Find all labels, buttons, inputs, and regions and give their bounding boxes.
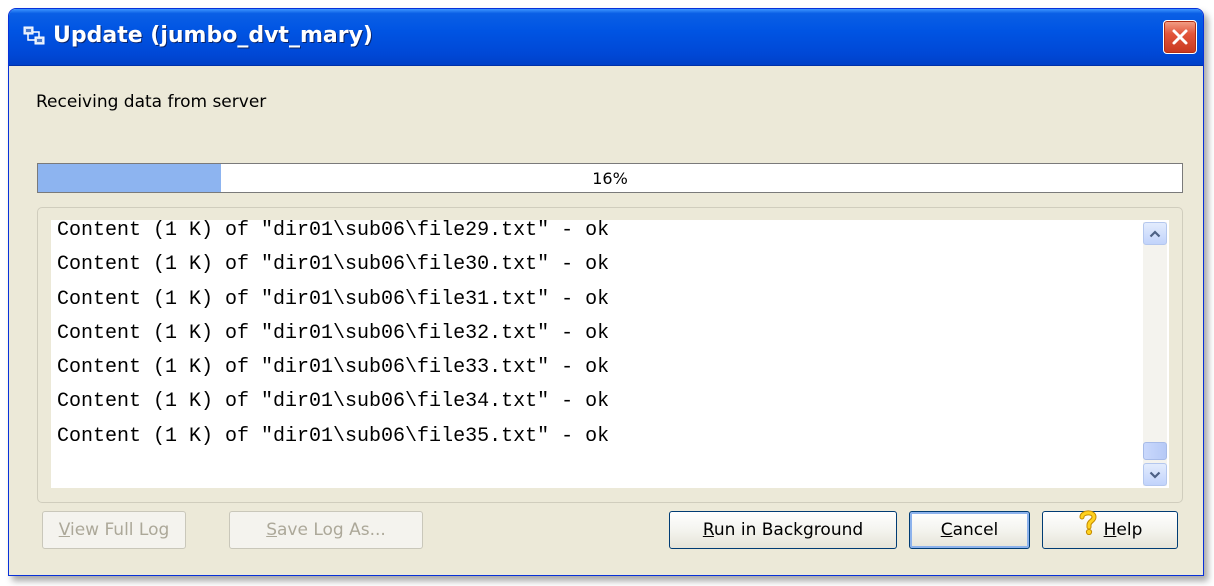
log-line: Content (1 K) of "dir01\sub06\file32.txt… [57,321,610,345]
log-output[interactable]: Content (1 K) of "dir01\sub06\file29.txt… [51,220,1169,488]
title-bar[interactable]: Update (jumbo_dvt_mary) [9,9,1203,66]
log-line: Content (1 K) of "dir01\sub06\file29.txt… [57,220,610,242]
save-log-as-button[interactable]: Save Log As... [229,511,423,549]
view-full-log-label: iew Full Log [69,520,170,540]
log-line: Content (1 K) of "dir01\sub06\file31.txt… [57,287,610,311]
log-line: Content (1 K) of "dir01\sub06\file35.txt… [57,424,610,448]
chevron-up-icon [1149,230,1161,238]
log-line: Content (1 K) of "dir01\sub06\file30.txt… [57,253,610,277]
help-mnemonic: H [1103,520,1117,540]
close-button[interactable] [1163,20,1197,54]
network-update-icon [23,25,45,47]
view-full-log-button[interactable]: View Full Log [42,511,186,549]
progress-bar: 16% [37,163,1183,193]
save-log-as-label: ave Log As... [276,520,386,540]
window-title: Update (jumbo_dvt_mary) [53,23,373,48]
status-label: Receiving data from server [36,92,267,112]
question-mark-icon [1078,509,1098,548]
log-lines: Content (1 K) of "dir01\sub06\file29.txt… [57,220,609,454]
save-log-as-mnemonic: S [266,520,277,540]
help-button[interactable]: Help [1042,509,1178,549]
dialog-body: Receiving data from server 16% Content (… [9,66,1203,575]
update-dialog: Update (jumbo_dvt_mary) Receiving data f… [8,8,1204,576]
help-label: elp [1116,520,1143,540]
scroll-thumb[interactable] [1143,442,1167,460]
scroll-up-button[interactable] [1143,222,1167,245]
progress-percent: 16% [592,169,628,188]
log-scrollbar[interactable] [1143,222,1167,486]
log-line: Content (1 K) of "dir01\sub06\file33.txt… [57,356,610,380]
run-in-background-button[interactable]: Run in Background [669,511,897,549]
view-full-log-mnemonic: V [58,520,70,540]
scroll-down-button[interactable] [1143,463,1167,486]
cancel-button[interactable]: Cancel [909,511,1030,549]
close-icon [1172,29,1188,45]
cancel-mnemonic: C [940,520,953,540]
cancel-label: ancel [952,520,999,540]
run-in-background-mnemonic: R [702,520,714,540]
log-line: Content (1 K) of "dir01\sub06\file34.txt… [57,390,610,414]
run-in-background-label: un in Background [713,520,864,540]
chevron-down-icon [1149,471,1161,479]
